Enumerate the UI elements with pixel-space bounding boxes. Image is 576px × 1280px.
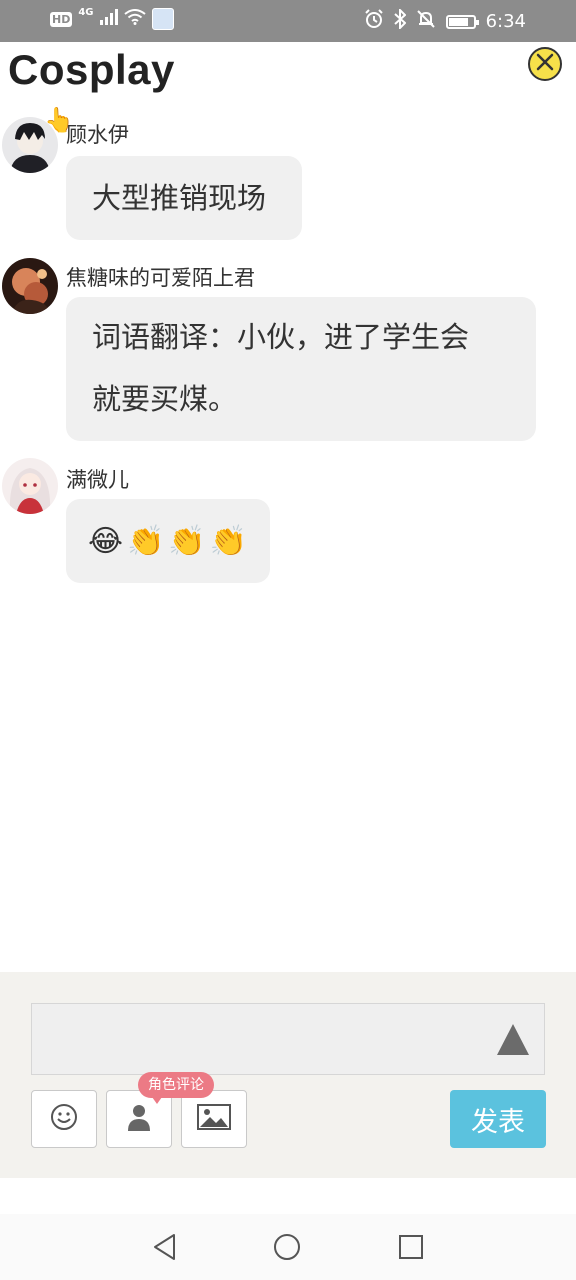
page-title: Cosplay (8, 46, 175, 93)
avatar[interactable] (2, 258, 58, 314)
username: 顾水伊 (66, 123, 129, 147)
status-left: HD 4G (50, 8, 174, 30)
network-type: 4G (78, 7, 94, 18)
status-bar: HD 4G 6:34 (0, 0, 576, 42)
clapping-emoji: 👏 (209, 523, 248, 559)
send-button[interactable]: 发表 (450, 1090, 546, 1148)
clapping-emoji: 👏 (168, 523, 206, 559)
emoji-row: 😂 👏 👏 👏 (88, 499, 248, 583)
close-button[interactable] (528, 47, 562, 81)
image-icon (197, 1104, 231, 1134)
triangle-back-icon[interactable] (150, 1232, 180, 1262)
message-bubble[interactable]: 词语翻译：小伙，进了学生会 就要买煤。 (66, 297, 536, 441)
close-icon (536, 53, 554, 75)
username: 满微儿 (66, 468, 129, 492)
avatar[interactable] (2, 458, 58, 514)
app-notification-icon (151, 8, 174, 30)
role-button[interactable] (106, 1090, 172, 1148)
composer-panel: 角色评论 发表 (0, 972, 576, 1178)
hd-badge: HD (50, 11, 73, 27)
role-comment-tag[interactable]: 角色评论 (138, 1072, 214, 1104)
message-bubble[interactable]: 😂 👏 👏 👏 (66, 499, 270, 583)
message-text-line: 就要买煤。 (92, 382, 238, 416)
triangle-up-icon[interactable] (497, 1024, 529, 1055)
signal-icon (99, 8, 118, 30)
circle-home-icon[interactable] (272, 1232, 302, 1262)
image-button[interactable] (181, 1090, 247, 1148)
username: 焦糖味的可爱陌上君 (66, 266, 255, 290)
message-text: 大型推销现场 (92, 181, 267, 215)
comment-input-box[interactable] (31, 1003, 545, 1075)
bluetooth-icon (393, 7, 407, 34)
clapping-emoji: 👏 (127, 523, 165, 559)
smiley-icon (50, 1103, 78, 1135)
status-right: 6:34 (364, 7, 526, 34)
emoji-button[interactable] (31, 1090, 97, 1148)
alarm-icon (364, 9, 384, 34)
wifi-icon (123, 8, 146, 30)
person-icon (126, 1103, 152, 1135)
message-bubble[interactable]: 大型推销现场 (66, 156, 302, 240)
comment-input[interactable] (32, 1004, 488, 1072)
square-recent-icon[interactable] (396, 1232, 426, 1262)
clock-time: 6:34 (485, 11, 526, 32)
system-nav-bar (0, 1214, 576, 1280)
message-text-line: 词语翻译：小伙，进了学生会 (92, 320, 470, 354)
battery-icon (445, 14, 479, 29)
mute-bell-icon (416, 9, 436, 34)
laughing-emoji: 😂 (88, 523, 124, 559)
